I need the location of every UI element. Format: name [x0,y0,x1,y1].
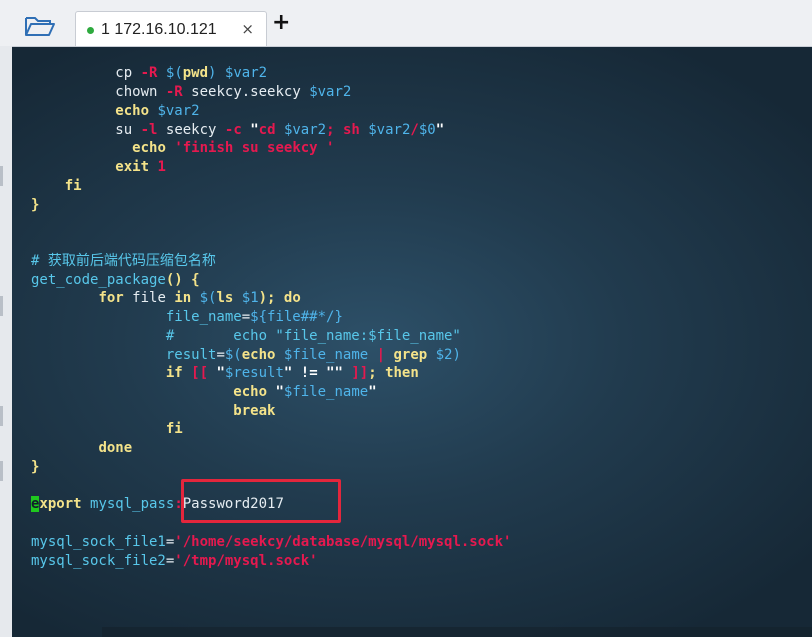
terminal-line: get_code_package() { [31,272,200,288]
gutter-marker [0,461,3,481]
terminal-line: echo "$file_name" [233,384,377,400]
new-tab-button[interactable]: + [272,12,290,34]
terminal-line: cp -R $(pwd) $var2 [115,65,268,81]
terminal-line: # echo "file_name:$file_name" [165,328,461,344]
terminal-line: echo $var2 [115,103,200,119]
left-gutter [0,46,12,637]
terminal-line: result=$(echo $file_name | grep $2) [165,347,461,363]
terminal-line: break [233,403,276,419]
terminal-line: file_name=${file##*/} [165,309,343,325]
folder-open-icon[interactable] [22,13,58,39]
tab-label: 1 172.16.10.121 [101,21,217,38]
annotation-highlight-box [181,479,341,523]
terminal-line: exit 1 [115,159,166,175]
terminal-line: echo 'finish su seekcy ' [132,140,335,156]
terminal-line: if [[ "$result" != "" ]]; then [165,365,419,381]
bottom-shadow [102,627,812,637]
tab-bar: 1 172.16.10.121 × + [0,0,812,47]
gutter-marker [0,166,3,186]
terminal-line: su -l seekcy -c "cd $var2; sh $var2/$0" [115,122,445,138]
gutter-marker [0,406,3,426]
gutter-marker [0,296,3,316]
terminal-line: fi [64,178,82,194]
connection-status-dot [87,27,94,34]
terminal-output[interactable]: cp -R $(pwd) $var2 chown -R seekcy.seekc… [12,47,812,637]
terminal-line: done [98,440,133,456]
terminal-line: for file in $(ls $1); do [98,290,301,306]
terminal-line: } [31,459,40,475]
terminal-line: # 获取前后端代码压缩包名称 [31,253,216,269]
terminal-line: chown -R seekcy.seekcy $var2 [115,84,352,100]
terminal-line: mysql_sock_file1='/home/seekcy/database/… [31,534,512,550]
tab-session[interactable]: 1 172.16.10.121 × [75,11,267,46]
terminal-line: mysql_sock_file2='/tmp/mysql.sock' [31,553,318,569]
terminal-line: } [31,197,40,213]
terminal-line: fi [165,421,183,437]
close-icon[interactable]: × [241,20,254,38]
